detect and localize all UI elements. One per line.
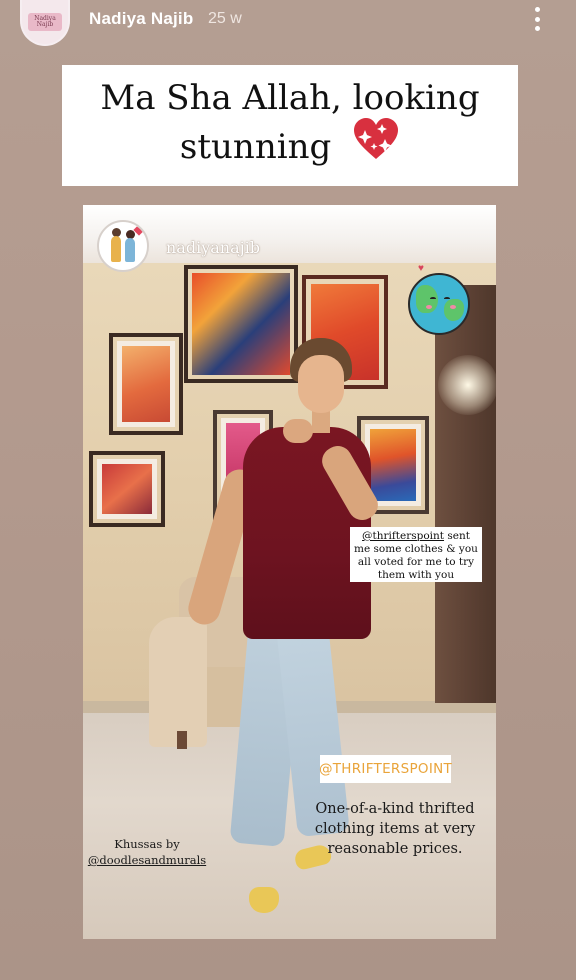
post-door [435, 285, 496, 703]
painting [89, 451, 165, 527]
caption-line-2: stunning [179, 126, 332, 167]
painting [184, 265, 298, 383]
tagline-text: One-of-a-kind thrifted clothing items at… [314, 801, 476, 857]
post-lamp-glow [438, 355, 496, 415]
mention-thrifterspoint[interactable]: @thrifterspoint [362, 530, 444, 542]
person-hand [283, 419, 313, 443]
mini-heart-icon: ♥ [418, 263, 424, 274]
mention-doodlesandmurals[interactable]: @doodlesandmurals [87, 852, 207, 868]
more-options-icon[interactable] [524, 5, 550, 33]
caption-line-2-wrapper: stunning [179, 117, 400, 177]
post-avatar[interactable] [97, 220, 149, 272]
globe-sticker-icon [408, 273, 470, 335]
caption-card: Ma Sha Allah, looking stunning [62, 65, 518, 186]
sparkle-heart-icon [352, 117, 400, 173]
caption-line-1: Ma Sha Allah, looking [100, 77, 480, 118]
avatar-logo: Nadiya Najib [28, 13, 62, 31]
painting [109, 333, 183, 435]
story-avatar[interactable]: Nadiya Najib [20, 0, 70, 46]
story-timestamp: 25 w [208, 10, 242, 27]
shoe-credit: Khussas by @doodlesandmurals [87, 836, 207, 868]
sofa-arm [149, 617, 207, 747]
story-note-sticker: @thrifterspoint sent me some clothes & y… [350, 527, 482, 582]
post-username[interactable]: nadiyanajib [166, 238, 260, 257]
credit-prefix: Khussas by [114, 837, 180, 851]
story-username[interactable]: Nadiya Najib [89, 9, 193, 29]
sofa-leg [177, 731, 187, 749]
person-shoe [249, 887, 279, 913]
brand-mention-sticker[interactable]: @THRIFTERSPOINT [319, 755, 452, 783]
person-face [298, 355, 344, 413]
reshared-post[interactable]: nadiyanajib ♥ @thrifterspoint sent me so… [83, 205, 496, 939]
